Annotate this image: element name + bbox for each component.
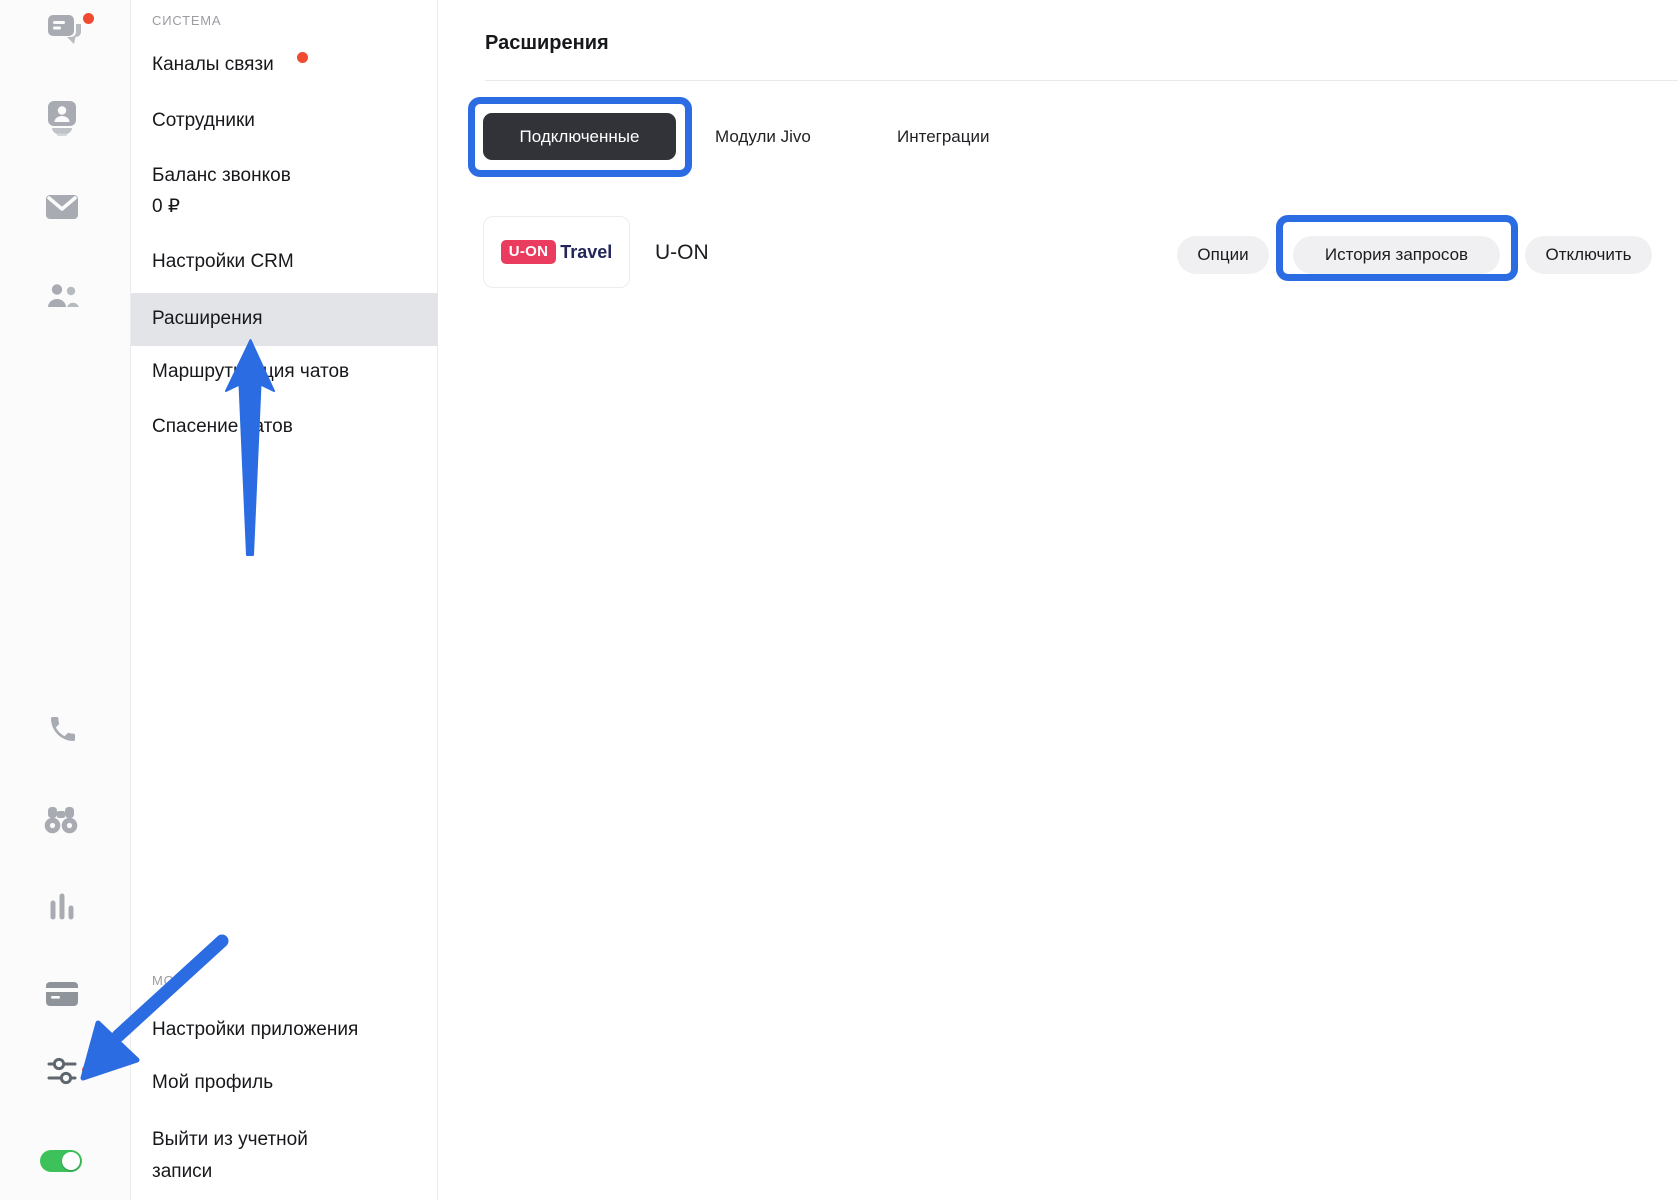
options-button[interactable]: Опции [1177, 236, 1269, 274]
settings-icon[interactable] [46, 1053, 78, 1089]
payments-icon[interactable] [46, 982, 78, 1006]
uon-logo-badge: U-ON [501, 240, 557, 264]
icon-rail [0, 0, 131, 1200]
contacts-icon[interactable] [47, 101, 79, 137]
sidebar-item-employees[interactable]: Сотрудники [152, 110, 255, 132]
tab-jivo-modules[interactable]: Модули Jivo [715, 127, 811, 147]
sidebar-section-my: МОЙ [152, 973, 185, 988]
online-status-toggle[interactable] [40, 1150, 82, 1172]
sidebar-item-crm-settings[interactable]: Настройки CRM [152, 251, 294, 273]
tab-connected[interactable]: Подключенные [483, 113, 676, 160]
page-title: Расширения [485, 32, 609, 55]
extension-name: U-ON [655, 241, 709, 265]
uon-logo-text: Travel [560, 242, 612, 263]
request-history-button[interactable]: История запросов [1293, 236, 1500, 274]
sidebar-item-channels[interactable]: Каналы связи [152, 54, 274, 76]
app-window: СИСТЕМА Каналы связи Сотрудники Баланс з… [0, 0, 1678, 1200]
sidebar-item-chat-rescue[interactable]: Спасение чатов [152, 416, 293, 438]
sidebar-item-my-profile[interactable]: Мой профиль [152, 1072, 273, 1094]
binoculars-icon[interactable] [44, 806, 78, 834]
disable-button[interactable]: Отключить [1525, 236, 1652, 274]
sidebar-item-call-balance[interactable]: Баланс звонков [152, 165, 291, 187]
sidebar-item-extensions[interactable]: Расширения [152, 308, 263, 330]
title-divider [485, 80, 1678, 81]
channels-notification-dot [297, 52, 308, 63]
mail-icon[interactable] [46, 195, 78, 219]
toggle-knob [62, 1152, 80, 1170]
sidebar-item-app-settings[interactable]: Настройки приложения [152, 1019, 358, 1041]
team-icon[interactable] [46, 284, 80, 308]
chat-icon[interactable] [46, 13, 83, 49]
sidebar-item-chat-routing[interactable]: Маршрутизация чатов [152, 361, 349, 383]
uon-travel-logo: U-ON Travel [483, 216, 630, 288]
stats-icon[interactable] [48, 891, 76, 921]
phone-icon[interactable] [47, 713, 79, 745]
chat-notification-dot [83, 13, 94, 24]
call-balance-value: 0 ₽ [152, 196, 180, 218]
sidebar-section-system: СИСТЕМА [152, 13, 221, 28]
settings-sidebar: СИСТЕМА Каналы связи Сотрудники Баланс з… [131, 0, 438, 1200]
tab-integrations[interactable]: Интеграции [897, 127, 990, 147]
sidebar-item-logout[interactable]: Выйти из учетной записи [152, 1124, 342, 1188]
